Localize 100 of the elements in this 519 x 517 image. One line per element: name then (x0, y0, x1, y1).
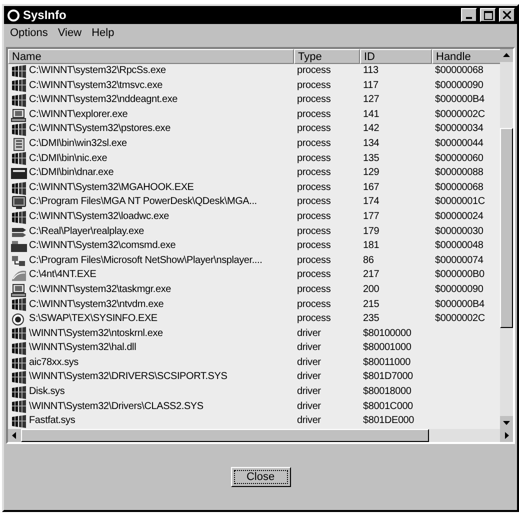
type-text: process (297, 93, 331, 108)
file-path: \WINNT\System32\Drivers\CLASS2.SYS (29, 400, 204, 414)
window-icon (11, 94, 27, 107)
file-path: C:\WINNT\system32\RpcSs.exe (29, 64, 166, 78)
id-text: 167 (363, 180, 380, 195)
handle-text: $00000068 (435, 64, 484, 78)
scroll-left-icon (8, 428, 21, 442)
window-icon (11, 298, 27, 312)
file-path: Disk.sys (29, 385, 65, 400)
type-text: process (297, 152, 331, 166)
id-text: 200 (363, 282, 380, 297)
id-text: 142 (363, 122, 380, 136)
file-path: C:\DMI\bin\dnar.exe (29, 166, 114, 180)
vertical-scrollbar[interactable] (500, 49, 513, 429)
file-path: C:\WINNT\explorer.exe (29, 108, 128, 122)
column-header[interactable]: Name (8, 49, 294, 64)
file-path: S:\SWAP\TEX\SYSINFO.EXE (29, 312, 158, 326)
network-icon (11, 254, 27, 268)
target-icon (11, 312, 27, 326)
file-path: C:\Program Files\MGA NT PowerDesk\QDesk\MGA... (29, 195, 257, 210)
id-text: 177 (363, 210, 380, 224)
type-text: process (297, 195, 331, 210)
id-text: 135 (363, 152, 380, 166)
type-text: process (297, 254, 331, 268)
window-icon (11, 64, 27, 78)
window-icon (11, 386, 27, 399)
id-text: 129 (363, 166, 380, 180)
computer-icon (11, 284, 27, 297)
type-text: driver (297, 341, 321, 356)
handle-text: $00000030 (435, 224, 484, 239)
type-text: process (297, 239, 331, 254)
type-text: process (297, 166, 331, 180)
file-path: C:\4nt\4NT.EXE (29, 268, 96, 282)
scroll-thumb[interactable] (21, 428, 429, 442)
id-text: $80011000 (363, 356, 411, 370)
minimize-button[interactable] (461, 8, 477, 22)
type-text: process (297, 180, 331, 195)
id-text: 174 (363, 195, 380, 210)
close-button[interactable] (499, 8, 515, 22)
id-text: $80100000 (363, 326, 412, 341)
window-icon (11, 152, 27, 166)
file-path: C:\DMI\bin\win32sl.exe (29, 136, 127, 151)
handle-text: $00000024 (435, 210, 484, 224)
window-icon (11, 400, 27, 414)
id-text: 141 (363, 108, 380, 122)
id-text: 215 (363, 298, 380, 312)
file-path: C:\WINNT\system32\nddeagnt.exe (29, 93, 178, 108)
menu-item[interactable]: Options (10, 27, 48, 41)
type-text: driver (297, 385, 321, 400)
computer-icon (11, 108, 27, 122)
handle-text: $00000090 (435, 282, 484, 297)
file-path: C:\WINNT\System32\pstores.exe (29, 122, 170, 136)
type-text: process (297, 224, 331, 239)
type-text: driver (297, 326, 321, 341)
type-text: driver (297, 370, 321, 384)
panel-icon (11, 138, 27, 151)
window-icon (11, 327, 27, 340)
scroll-right-icon (500, 428, 513, 442)
handle-text: $00000044 (435, 136, 484, 151)
handle-text: $00000068 (435, 180, 484, 195)
handle-text: $0000001C (435, 195, 485, 210)
type-text: process (297, 136, 331, 151)
handle-text: $00000034 (435, 122, 484, 136)
file-path: aic78xx.sys (29, 356, 78, 370)
type-text: process (297, 108, 331, 122)
column-header[interactable]: ID (360, 49, 432, 64)
handle-text: $000000B4 (435, 298, 484, 312)
horizontal-scrollbar[interactable] (8, 428, 513, 442)
close-icon (503, 11, 511, 19)
file-path: C:\WINNT\System32\comsmd.exe (29, 239, 176, 254)
scroll-thumb[interactable] (500, 128, 513, 328)
file-path: C:\WINNT\System32\loadwc.exe (29, 210, 169, 224)
player-icon (11, 225, 27, 238)
file-path: \WINNT\System32\hal.dll (29, 341, 136, 356)
circle-icon (7, 8, 20, 22)
type-text: process (297, 282, 331, 297)
handle-text: $00000048 (435, 239, 484, 254)
scroll-down-icon (500, 416, 513, 429)
type-text: process (297, 210, 331, 224)
id-text: $801DE000 (363, 414, 414, 428)
type-text: process (297, 78, 331, 93)
handle-text: $00000060 (435, 152, 484, 166)
menu-item[interactable]: View (58, 27, 82, 41)
handle-text: $00000088 (435, 166, 484, 180)
type-text: driver (297, 400, 321, 414)
menu-item[interactable]: Help (92, 27, 114, 41)
close-button[interactable]: Close (230, 466, 290, 487)
handle-text: $00000074 (435, 254, 484, 268)
type-text: driver (297, 414, 321, 428)
id-text: 127 (363, 93, 380, 108)
column-header[interactable]: Handle (432, 49, 500, 64)
maximize-button[interactable] (480, 8, 496, 22)
id-text: 134 (363, 136, 380, 151)
maximize-icon (484, 10, 492, 20)
id-text: 179 (363, 224, 380, 239)
file-path: C:\DMI\bin\nic.exe (29, 152, 108, 166)
file-path: C:\WINNT\system32\taskmgr.exe (29, 282, 172, 297)
window-icon (11, 415, 27, 428)
id-text: 117 (363, 78, 378, 93)
column-header[interactable]: Type (294, 49, 360, 64)
